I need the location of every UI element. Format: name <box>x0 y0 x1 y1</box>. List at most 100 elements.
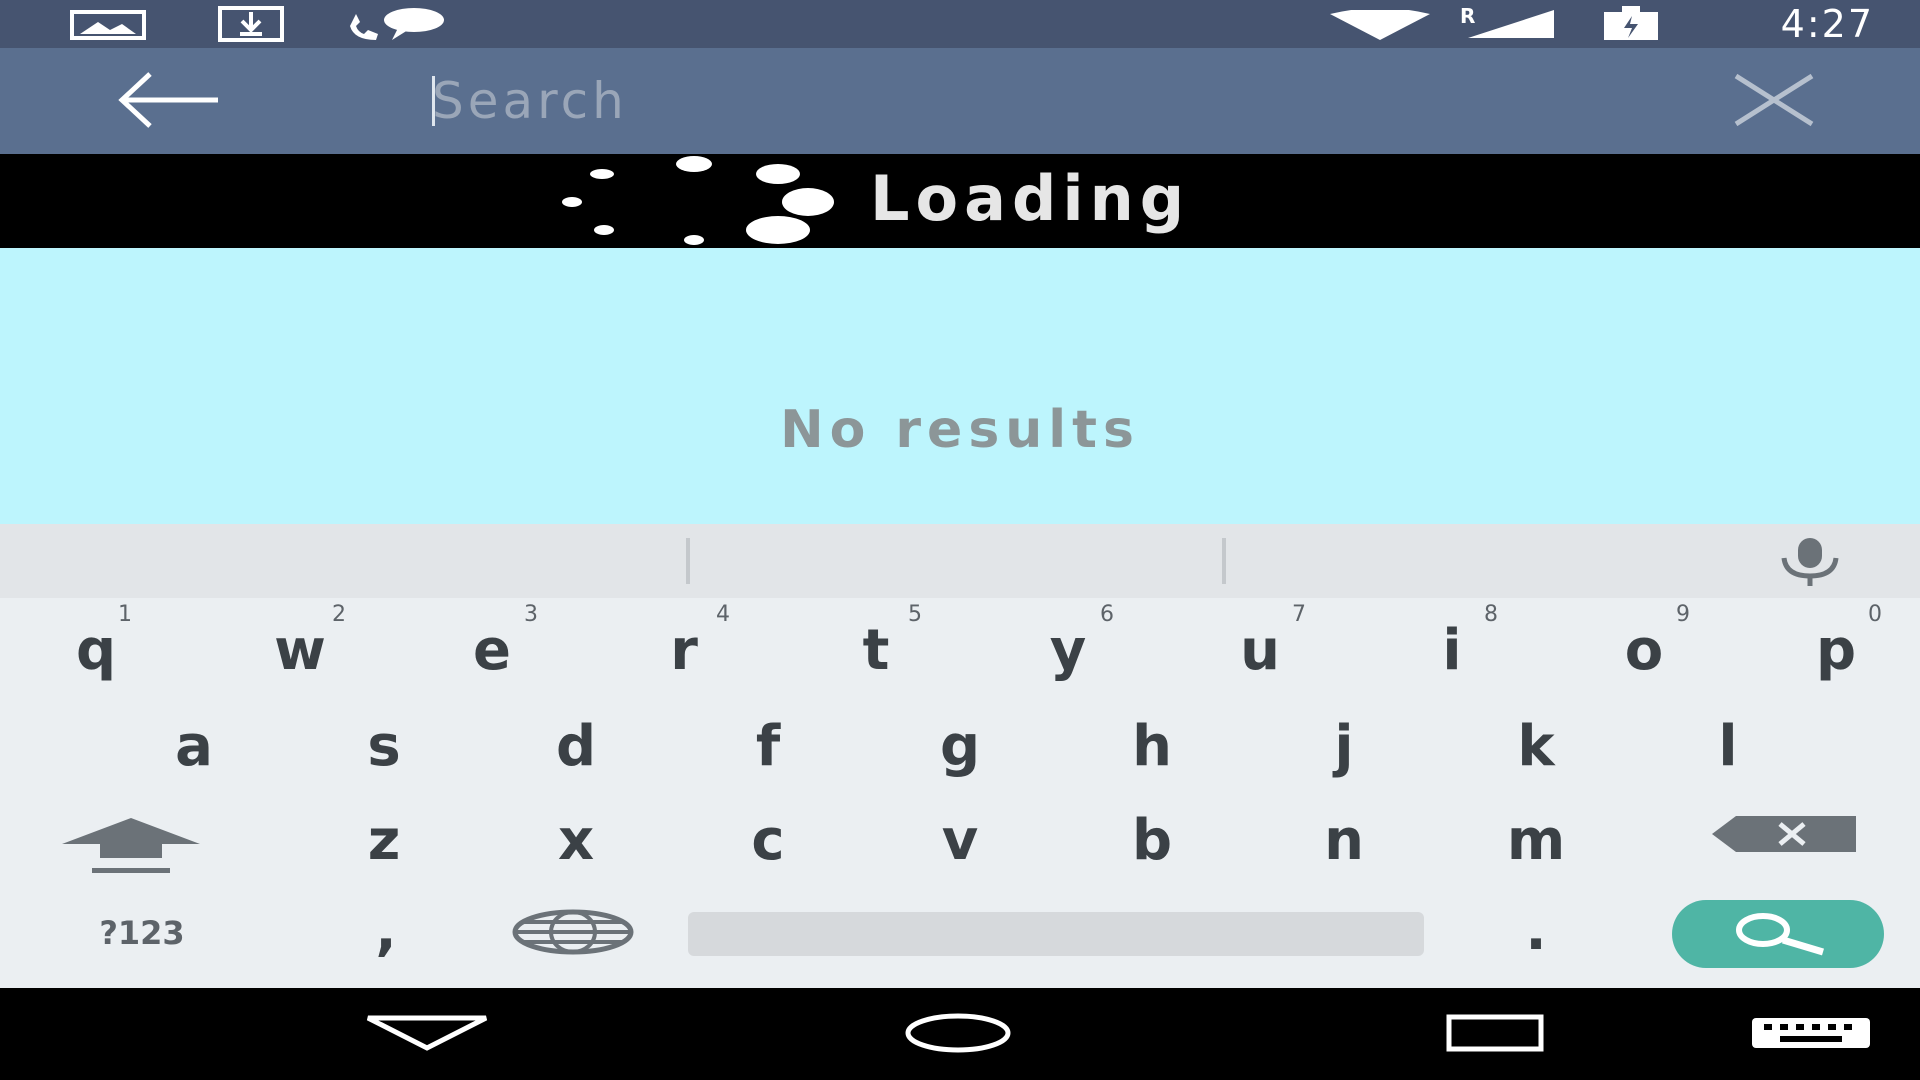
loading-bar: Loading <box>0 154 1920 248</box>
key-y[interactable]: y6 <box>1008 602 1128 692</box>
key-label: a <box>175 713 213 779</box>
status-clock: 4:27 <box>1780 2 1874 46</box>
key-label: k <box>1517 713 1555 779</box>
key-z[interactable]: z <box>324 798 444 882</box>
signal-icon <box>1468 10 1554 38</box>
key-period[interactable]: . <box>1496 888 1576 972</box>
key-x[interactable]: x <box>516 798 636 882</box>
backspace-icon[interactable] <box>1710 814 1860 854</box>
keyboard-search-button[interactable] <box>1672 900 1884 968</box>
key-label: j <box>1334 713 1354 779</box>
wifi-icon <box>1330 10 1430 40</box>
symbols-key[interactable]: ?123 <box>52 898 232 968</box>
key-l[interactable]: l <box>1668 704 1788 788</box>
key-b[interactable]: b <box>1092 798 1212 882</box>
key-hint: 9 <box>1676 602 1690 627</box>
key-label: g <box>939 713 981 779</box>
key-label: q <box>75 617 117 683</box>
key-hint: 2 <box>332 602 346 627</box>
navigation-bar <box>0 988 1920 1080</box>
key-f[interactable]: f <box>708 704 828 788</box>
key-label: t <box>862 617 890 683</box>
key-u[interactable]: u7 <box>1200 602 1320 692</box>
globe-icon[interactable] <box>510 908 636 956</box>
no-results-message: No results <box>780 400 1140 460</box>
key-n[interactable]: n <box>1284 798 1404 882</box>
call-icon <box>350 8 444 40</box>
key-label: m <box>1506 807 1566 873</box>
suggestion-divider <box>1222 538 1226 584</box>
search-toolbar <box>0 48 1920 154</box>
key-label: u <box>1240 617 1280 683</box>
key-g[interactable]: g <box>900 704 1020 788</box>
key-label: h <box>1132 713 1172 779</box>
key-c[interactable]: c <box>708 798 828 882</box>
key-label: z <box>367 807 401 873</box>
screen: R 4:27 Loading <box>0 0 1920 1080</box>
battery-icon <box>1604 6 1658 40</box>
text-caret <box>432 76 435 126</box>
key-j[interactable]: j <box>1284 704 1404 788</box>
keyboard-suggestion-strip <box>0 524 1920 598</box>
key-label: y <box>1049 617 1087 683</box>
key-a[interactable]: a <box>134 704 254 788</box>
key-label: v <box>941 807 979 873</box>
recents-nav-icon[interactable] <box>1446 1014 1544 1052</box>
status-bar: R 4:27 <box>0 0 1920 48</box>
key-label: , <box>375 897 397 963</box>
search-input[interactable] <box>430 70 1634 132</box>
key-w[interactable]: w2 <box>240 602 360 692</box>
back-nav-icon[interactable] <box>364 1014 490 1052</box>
results-panel: No results <box>0 248 1920 524</box>
key-label: e <box>473 617 511 683</box>
key-hint: 7 <box>1292 602 1306 627</box>
key-hint: 3 <box>524 602 538 627</box>
download-icon <box>218 6 284 42</box>
key-label: w <box>274 617 326 683</box>
key-d[interactable]: d <box>516 704 636 788</box>
key-m[interactable]: m <box>1476 798 1596 882</box>
key-hint: 1 <box>118 602 132 627</box>
key-e[interactable]: e3 <box>432 602 552 692</box>
suggestion-divider <box>686 538 690 584</box>
key-label: x <box>557 807 595 873</box>
key-label: p <box>1815 617 1857 683</box>
key-k[interactable]: k <box>1476 704 1596 788</box>
loading-spinner-icon <box>562 156 834 245</box>
key-label: b <box>1131 807 1173 873</box>
key-comma[interactable]: , <box>346 888 426 972</box>
key-hint: 6 <box>1100 602 1114 627</box>
key-o[interactable]: o9 <box>1584 602 1704 692</box>
key-label: n <box>1324 807 1364 873</box>
keyboard-switch-icon[interactable] <box>1750 1016 1872 1050</box>
key-label: o <box>1624 617 1664 683</box>
key-hint: 5 <box>908 602 922 627</box>
shift-icon[interactable] <box>58 816 204 876</box>
search-icon <box>1736 913 1825 956</box>
key-h[interactable]: h <box>1092 704 1212 788</box>
key-q[interactable]: q1 <box>46 602 146 692</box>
key-p[interactable]: p0 <box>1776 602 1896 692</box>
key-label: l <box>1718 713 1738 779</box>
key-label: s <box>367 713 401 779</box>
image-icon <box>70 10 146 40</box>
close-icon[interactable] <box>1722 70 1826 130</box>
key-i[interactable]: i8 <box>1392 602 1512 692</box>
key-label: c <box>751 807 785 873</box>
key-label: i <box>1442 617 1462 683</box>
key-label: . <box>1525 897 1547 963</box>
key-t[interactable]: t5 <box>816 602 936 692</box>
space-bar[interactable] <box>688 912 1424 956</box>
key-r[interactable]: r4 <box>624 602 744 692</box>
key-v[interactable]: v <box>900 798 1020 882</box>
microphone-icon[interactable] <box>1760 536 1860 588</box>
loading-label: Loading <box>870 162 1191 235</box>
key-hint: 8 <box>1484 602 1498 627</box>
key-hint: 4 <box>716 602 730 627</box>
key-s[interactable]: s <box>324 704 444 788</box>
key-hint: 0 <box>1868 602 1882 627</box>
key-label: d <box>555 713 597 779</box>
back-arrow-icon[interactable] <box>110 68 230 132</box>
key-label: f <box>755 713 781 779</box>
home-nav-icon[interactable] <box>904 1012 1012 1054</box>
